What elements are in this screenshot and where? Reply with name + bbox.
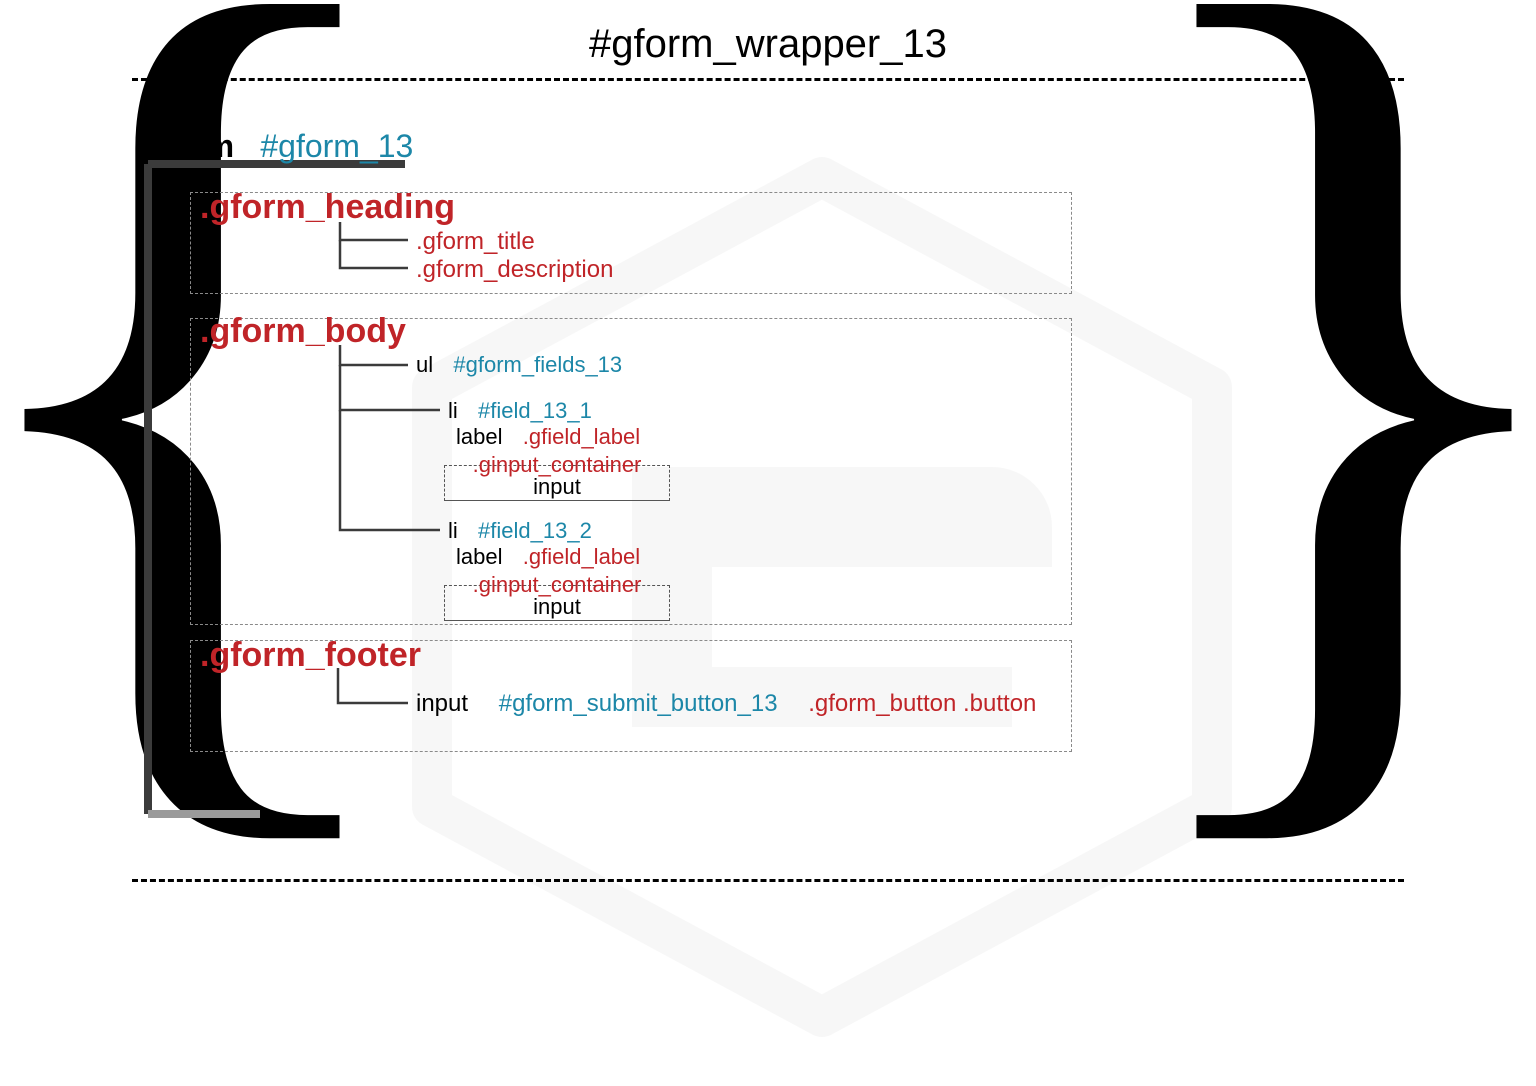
heading-class: .gform_heading — [200, 188, 455, 227]
footer-submit-classes: .gform_button .button — [808, 690, 1036, 717]
footer-submit-id: #gform_submit_button_13 — [499, 690, 778, 717]
form-line: form #gform_13 — [163, 128, 413, 165]
wrapper-id-title: #gform_wrapper_13 — [0, 22, 1536, 67]
form-tag: form — [163, 128, 234, 164]
ul-id: #gform_fields_13 — [453, 352, 622, 377]
footer-submit-line: input #gform_submit_button_13 .gform_but… — [416, 690, 1060, 718]
li-tag-2: li — [448, 518, 458, 543]
li-id-2: #field_13_2 — [478, 518, 592, 543]
field-1-container: .ginput_container input — [444, 440, 670, 527]
diagram-canvas: #gform_wrapper_13 { } form #gform_13 .gf… — [0, 0, 1536, 1086]
footer-class: .gform_footer — [200, 636, 421, 675]
form-id: #gform_13 — [260, 128, 413, 164]
li-id-1: #field_13_1 — [478, 398, 592, 423]
li-tag-1: li — [448, 398, 458, 423]
heading-child-title: .gform_title — [416, 228, 535, 256]
field-2-container: .ginput_container input — [444, 560, 670, 647]
container-class-1: .ginput_container — [469, 452, 646, 478]
heading-child-description: .gform_description — [416, 256, 613, 284]
footer-input-tag: input — [416, 690, 468, 717]
body-class: .gform_body — [200, 312, 406, 351]
ul-tag: ul — [416, 352, 433, 377]
field-2-li: li #field_13_2 — [448, 518, 592, 544]
body-ul-line: ul #gform_fields_13 — [416, 352, 622, 378]
container-class-2: .ginput_container — [469, 572, 646, 598]
field-1-li: li #field_13_1 — [448, 398, 592, 424]
